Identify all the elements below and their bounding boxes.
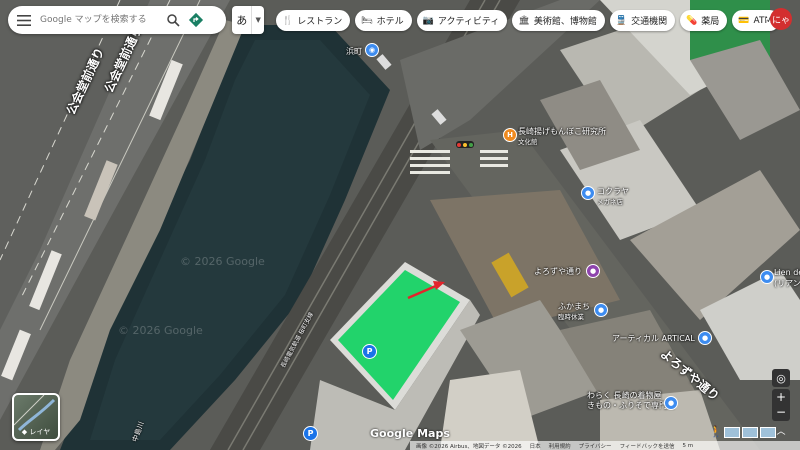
- chip-museum[interactable]: 🏛 美術館、博物館: [512, 10, 605, 31]
- my-location-button[interactable]: ◎: [772, 369, 790, 387]
- footer-bar: 画像 ©2026 Airbus、地図データ ©2026 日本 利用規約 プライバ…: [410, 441, 800, 450]
- pharmacy-icon: 💊: [686, 15, 698, 26]
- avatar[interactable]: にゃ: [770, 8, 792, 30]
- hotel-icon: 🛏: [361, 15, 373, 26]
- chip-hotel[interactable]: 🛏 ホテル: [355, 10, 412, 31]
- chip-label: ホテル: [376, 17, 404, 27]
- crosshair-icon: ◎: [776, 371, 786, 385]
- museum-icon: 🏛: [518, 15, 530, 26]
- chevron-down-icon[interactable]: ▼: [251, 6, 264, 34]
- tram-stop-icon[interactable]: ◉: [365, 43, 379, 57]
- pegman-icon[interactable]: 🚶: [709, 425, 723, 438]
- chip-label: 美術館、博物館: [533, 17, 597, 27]
- directions-icon: [188, 12, 204, 28]
- chip-transit[interactable]: 🚆 交通機関: [609, 10, 676, 31]
- chip-restaurant[interactable]: 🍴 レストラン: [276, 10, 351, 31]
- poi-kogura-sub: メガネ店: [597, 198, 623, 206]
- street-view-thumbnails[interactable]: [724, 427, 776, 438]
- poi-artical[interactable]: アーティカル ARTICAL: [612, 333, 695, 344]
- camera-icon: 📷: [422, 15, 434, 26]
- poi-kimono-sub: きもの・ふりそで専門店: [587, 401, 675, 410]
- zoom-out-button[interactable]: −: [776, 405, 786, 420]
- thumbnail[interactable]: [724, 427, 740, 438]
- scale-label[interactable]: 5 m: [682, 443, 693, 449]
- shop-icon[interactable]: ●: [594, 303, 608, 317]
- ime-toggle[interactable]: あ ▼: [232, 6, 264, 34]
- shop-icon[interactable]: ●: [760, 270, 774, 284]
- chip-label: レストラン: [297, 17, 343, 27]
- imagery-credit: 画像 ©2026 Airbus、地図データ ©2026: [416, 443, 522, 450]
- google-watermark: © 2026 Google: [118, 324, 203, 337]
- google-watermark: © 2026 Google: [180, 255, 265, 268]
- chip-label: アクティビティ: [437, 17, 500, 27]
- footer-terms[interactable]: 利用規約: [549, 442, 571, 450]
- thumbnail[interactable]: [760, 427, 776, 438]
- place-icon[interactable]: ●: [586, 264, 600, 278]
- ime-label: あ: [236, 14, 248, 27]
- poi-lien-sub: (リアン: [774, 279, 800, 288]
- search-box: [8, 6, 226, 34]
- menu-button[interactable]: [10, 6, 38, 34]
- shop-icon[interactable]: ●: [698, 331, 712, 345]
- traffic-light-icon: [456, 141, 474, 148]
- restaurant-icon: 🍴: [282, 15, 294, 26]
- shop-icon[interactable]: ●: [581, 186, 595, 200]
- chip-label: 交通機関: [631, 17, 668, 27]
- footer-japan[interactable]: 日本: [530, 442, 541, 450]
- layers-button[interactable]: ◆ レイヤ: [12, 393, 60, 441]
- search-input[interactable]: [38, 14, 162, 26]
- layers-label: ◆ レイヤ: [21, 428, 51, 436]
- poi-lab-sub: 文化館: [518, 138, 538, 146]
- directions-button[interactable]: [184, 6, 208, 34]
- shop-icon[interactable]: H: [503, 128, 517, 142]
- hamburger-icon: [17, 14, 31, 26]
- category-chips: 🍴 レストラン 🛏 ホテル 📷 アクティビティ 🏛 美術館、博物館 🚆 交通機関…: [276, 10, 781, 31]
- search-button[interactable]: [162, 6, 184, 34]
- poi-lien[interactable]: Lien de: [774, 268, 800, 277]
- station-label: 浜町: [346, 47, 362, 56]
- google-maps-logo: Google Maps: [370, 427, 450, 440]
- thumbnail[interactable]: [742, 427, 758, 438]
- zoom-in-button[interactable]: +: [776, 390, 786, 405]
- footer-feedback[interactable]: フィードバックを送信: [620, 442, 675, 450]
- poi-fukamachi-sub: 臨時休業: [558, 313, 584, 321]
- satellite-map[interactable]: © 2026 Google © 2026 Google 公会堂前通り 公会堂前通…: [0, 0, 800, 450]
- parking-icon[interactable]: P: [303, 426, 318, 441]
- chip-activity[interactable]: 📷 アクティビティ: [416, 10, 508, 31]
- layers-label-text: レイヤ: [29, 428, 51, 436]
- chip-label: 薬局: [701, 17, 720, 27]
- chip-pharmacy[interactable]: 💊 薬局: [680, 10, 728, 31]
- transit-icon: 🚆: [615, 15, 628, 26]
- shop-icon[interactable]: ●: [664, 396, 678, 410]
- poi-yorozuya[interactable]: よろずや通り: [534, 266, 582, 277]
- parking-icon[interactable]: P: [362, 344, 377, 359]
- search-icon: [166, 13, 180, 27]
- apps-grid-icon[interactable]: ⋮⋮: [743, 10, 775, 28]
- footer-privacy[interactable]: プライバシー: [579, 442, 612, 450]
- zoom-control: + −: [772, 389, 790, 421]
